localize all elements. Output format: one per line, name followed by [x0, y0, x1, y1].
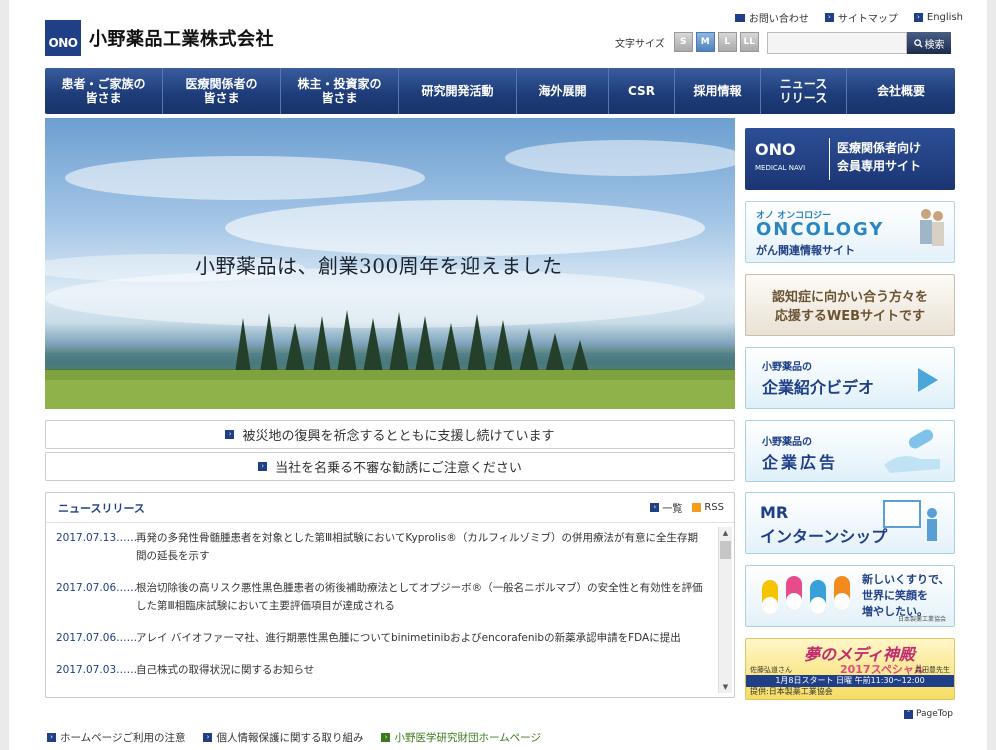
hero-caption: 小野薬品は、創業300周年を迎えました — [195, 254, 563, 278]
news-date: 2017.07.06…… — [56, 632, 138, 644]
english-link[interactable]: › English — [913, 10, 963, 25]
text-size-ll-button[interactable]: LL — [739, 32, 759, 52]
news-title: ニュースリリース — [58, 501, 145, 515]
nav-medical[interactable]: 医療関係者の 皆さま — [163, 68, 281, 114]
rss-link[interactable]: RSS — [692, 500, 724, 515]
banner-corporate-video[interactable]: 小野薬品の 企業紹介ビデオ — [745, 347, 955, 409]
news-list-link[interactable]: › 一覧 — [650, 500, 682, 515]
banner-oncology[interactable]: オノ オンコロジー ONCOLOGY がん関連情報サイト — [745, 201, 955, 263]
nav-rd[interactable]: 研究開発活動 — [399, 68, 517, 114]
search-input[interactable] — [767, 32, 907, 54]
text-size-l-button[interactable]: L — [717, 32, 737, 52]
news-text[interactable]: アレイ バイオファーマ社、進行期悪性黒色腫についてbinimetinibおよびe… — [136, 629, 681, 647]
news-scrollbar[interactable]: ▲ ▼ — [718, 527, 732, 693]
arrow-right-icon: › — [381, 733, 391, 742]
scroll-thumb[interactable] — [720, 541, 731, 559]
search-button[interactable]: 検索 — [907, 32, 951, 54]
news-text[interactable]: 自己株式の取得状況に関するお知らせ — [136, 661, 314, 679]
sitemap-link[interactable]: › サイトマップ — [824, 10, 898, 25]
notice-scam-warning[interactable]: › 当社を名乗る不審な勧誘にご注意ください — [45, 452, 735, 481]
play-icon — [918, 368, 938, 392]
mail-icon — [734, 13, 745, 22]
banner-corporate-ad[interactable]: 小野薬品の 企業広告 — [745, 420, 955, 482]
news-date: 2017.07.03…… — [56, 664, 138, 676]
banner-dementia-support[interactable]: 認知症に向かい合う方々を 応援するWEBサイトです — [745, 274, 955, 336]
nav-global[interactable]: 海外展開 — [517, 68, 609, 114]
nav-patients[interactable]: 患者・ご家族の 皆さま — [45, 68, 163, 114]
nav-csr[interactable]: CSR — [609, 68, 675, 114]
text-size-selector: 文字サイズ S M L LL — [615, 32, 759, 52]
global-nav: 患者・ご家族の 皆さま 医療関係者の 皆さま 株主・投資家の 皆さま 研究開発活… — [45, 68, 955, 114]
capsule-characters-icon — [762, 576, 850, 614]
news-item[interactable]: 2017.07.06…… アレイ バイオファーマ社、進行期悪性黒色腫についてbi… — [56, 629, 704, 647]
footer-foundation-link[interactable]: › 小野医学研究財団ホームページ — [381, 730, 541, 745]
ono-logo-mark: ONO — [755, 140, 796, 159]
notice-disaster-support[interactable]: › 被災地の復興を祈念するとともに支援し続けています — [45, 420, 735, 449]
ono-logo-mark: ONO — [45, 20, 81, 56]
page: ONO 小野薬品工業株式会社 お問い合わせ › サイトマップ › English 文… — [9, 0, 987, 750]
arrow-right-icon: › — [824, 13, 834, 22]
news-release-panel: ニュースリリース › 一覧 RSS 2017.07.13…… 再発の多発性骨髄腫患… — [45, 492, 735, 698]
nav-investors[interactable]: 株主・投資家の 皆さま — [281, 68, 399, 114]
banner-medi-shinden[interactable]: 夢のメディ神殿 2017スペシャル 佐藤弘道さん 森田豊先生 1月8日スタート … — [745, 638, 955, 700]
news-date: 2017.07.13…… — [56, 532, 138, 544]
hand-capsule-icon — [884, 429, 940, 473]
banner-mr-internship[interactable]: MR インターンシップ — [745, 492, 955, 554]
arrow-right-icon: › — [47, 733, 56, 742]
utility-links: お問い合わせ › サイトマップ › English — [734, 10, 963, 25]
presentation-icon — [883, 500, 937, 541]
footer-privacy-link[interactable]: › 個人情報保護に関する取り組み — [203, 730, 363, 745]
news-item[interactable]: 2017.07.13…… 再発の多発性骨髄腫患者を対象とした第Ⅲ相試験においてK… — [56, 529, 704, 565]
arrow-right-icon: › — [258, 462, 268, 471]
people-icon — [920, 209, 944, 246]
footer-terms-link[interactable]: › ホームページご利用の注意 — [47, 730, 185, 745]
news-text[interactable]: 再発の多発性骨髄腫患者を対象とした第Ⅲ相試験においてKyprolis®（カルフィ… — [136, 529, 704, 565]
nav-news[interactable]: ニュース リリース — [761, 68, 847, 114]
arrow-right-icon: › — [650, 503, 660, 512]
banner-jpma[interactable]: 新しいくすりで、 世界に笑顔を 増やしたい。 日本製薬工業協会 — [745, 565, 955, 627]
banner-medical-navi[interactable]: ONO MEDICAL NAVI 医療関係者向け 会員専用サイト — [745, 128, 955, 190]
news-item[interactable]: 2017.07.06…… 根治切除後の高リスク悪性黒色腫患者の術後補助療法として… — [56, 579, 704, 615]
scroll-up-icon[interactable]: ▲ — [719, 527, 732, 539]
arrow-right-icon: › — [913, 13, 923, 22]
nav-company[interactable]: 会社概要 — [847, 68, 955, 114]
arrow-up-icon: ˄ — [904, 709, 914, 719]
hero-image[interactable]: 小野薬品は、創業300周年を迎えました — [45, 118, 735, 409]
text-size-s-button[interactable]: S — [673, 32, 693, 52]
scroll-down-icon[interactable]: ▼ — [719, 681, 732, 693]
pagetop-link[interactable]: ˄ PageTop — [904, 709, 953, 719]
footer-links: › ホームページご利用の注意 › 個人情報保護に関する取り組み › 小野医学研究財団ホ… — [47, 730, 541, 745]
search-icon — [913, 38, 923, 48]
news-text[interactable]: 根治切除後の高リスク悪性黒色腫患者の術後補助療法としてオプジーボ®（一般名ニボル… — [136, 579, 704, 615]
rss-icon — [692, 503, 702, 512]
company-name: 小野薬品工業株式会社 — [89, 29, 274, 50]
contact-link[interactable]: お問い合わせ — [734, 10, 809, 25]
news-item[interactable]: 2017.07.03…… 自己株式の取得状況に関するお知らせ — [56, 661, 704, 679]
text-size-label: 文字サイズ — [615, 38, 665, 50]
arrow-right-icon: › — [225, 430, 235, 439]
arrow-right-icon: › — [203, 733, 213, 742]
news-date: 2017.07.06…… — [56, 582, 138, 594]
search-box: 検索 — [767, 32, 951, 54]
company-logo[interactable]: ONO 小野薬品工業株式会社 — [45, 20, 274, 56]
text-size-m-button[interactable]: M — [695, 32, 715, 52]
news-list: 2017.07.13…… 再発の多発性骨髄腫患者を対象とした第Ⅲ相試験においてK… — [56, 529, 704, 693]
nav-recruit[interactable]: 採用情報 — [675, 68, 761, 114]
